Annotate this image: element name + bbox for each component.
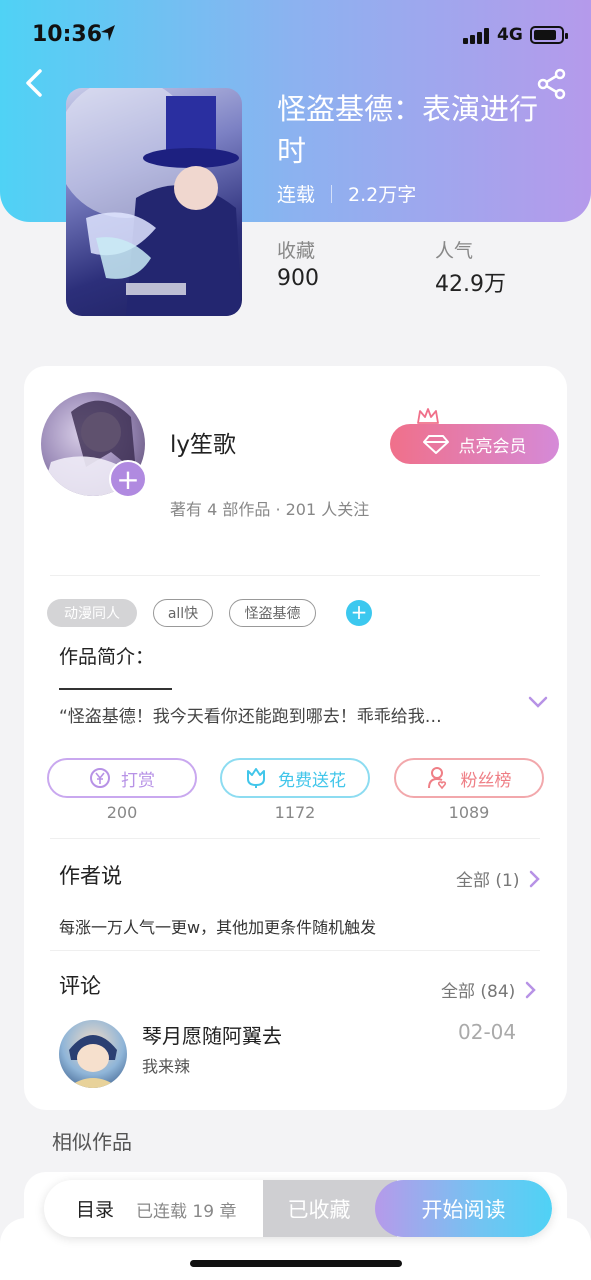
chapter-count: 已连载 19 章 <box>136 1202 237 1222</box>
tag-label: all快 <box>167 606 199 622</box>
favorites-label: 收藏 <box>277 240 316 262</box>
fan-ranking-button[interactable]: 粉丝榜 <box>394 758 544 798</box>
favorites-value: 900 <box>277 266 319 291</box>
flower-icon <box>247 768 265 788</box>
comments-more-label: 全部 (84) <box>441 982 516 1002</box>
commenter-avatar[interactable] <box>59 1020 127 1088</box>
divider <box>50 838 540 839</box>
intro-text[interactable]: “怪盗基德！我今天看你还能跑到哪去！乖乖给我… <box>59 702 499 727</box>
similar-works-title: 相似作品 <box>52 1130 132 1154</box>
author-say-more-link[interactable]: 全部 (1) <box>456 866 541 891</box>
status-bar: 10:36 4G <box>0 0 591 70</box>
add-tag-plus-icon[interactable]: + <box>346 600 372 626</box>
tag-kaito-kid[interactable]: 怪盗基德 <box>229 599 316 627</box>
author-stats: 著有 4 部作品 · 201 人关注 <box>170 500 370 519</box>
signal-icon <box>463 28 491 44</box>
author-say-title: 作者说 <box>59 864 122 888</box>
popularity-value: 42.9万 <box>435 272 506 297</box>
yen-coin-icon <box>90 768 110 788</box>
tag-anime-fanfic[interactable]: 动漫同人 <box>47 599 137 627</box>
tag-label: 怪盗基德 <box>244 606 301 622</box>
diamond-icon <box>422 435 449 454</box>
commenter-avatar-illustration <box>67 1035 119 1088</box>
toc-button[interactable]: 目录 <box>76 1195 114 1222</box>
battery-icon <box>530 26 568 44</box>
author-name[interactable]: ly笙歌 <box>170 425 236 459</box>
popularity-label: 人气 <box>435 240 474 262</box>
follow-plus-icon[interactable]: + <box>109 460 147 498</box>
commenter-name[interactable]: 琴月愿随阿翼去 <box>142 1020 282 1049</box>
comments-more-link[interactable]: 全部 (84) <box>441 977 537 1002</box>
tip-count: 200 <box>106 803 138 822</box>
intro-underline <box>59 688 172 690</box>
vip-button-label: 点亮会员 <box>458 436 527 457</box>
start-reading-label: 开始阅读 <box>421 1197 506 1222</box>
cover-illustration <box>66 88 242 316</box>
book-word-count: 2.2万字 <box>348 184 417 206</box>
divider <box>50 950 540 951</box>
collected-label: 已收藏 <box>287 1197 351 1222</box>
flower-count: 1172 <box>274 803 316 822</box>
status-time: 10:36 <box>32 22 103 47</box>
comment-text: 我来辣 <box>142 1057 191 1076</box>
book-title: 怪盗基德：表演进行时 <box>277 92 539 168</box>
comments-title: 评论 <box>59 974 101 998</box>
fan-count: 1089 <box>448 803 490 822</box>
book-status: 连载 <box>277 184 316 206</box>
intro-heading: 作品简介： <box>59 646 155 668</box>
tip-label: 打赏 <box>121 770 155 791</box>
author-say-more-label: 全部 (1) <box>456 871 520 891</box>
tip-button[interactable]: 打赏 <box>47 758 197 798</box>
chevron-right-icon <box>530 870 541 887</box>
meta-divider <box>331 184 333 203</box>
tag-label: 动漫同人 <box>64 606 120 622</box>
author-say-text: 每涨一万人气一更w，其他加更条件随机触发 <box>59 918 377 937</box>
fan-ranking-label: 粉丝榜 <box>460 770 512 791</box>
home-indicator[interactable] <box>190 1260 402 1267</box>
divider <box>50 575 540 576</box>
crown-icon <box>417 408 439 424</box>
send-flower-label: 免费送花 <box>278 770 346 791</box>
vip-button[interactable]: 点亮会员 <box>390 424 559 464</box>
start-reading-button[interactable]: 开始阅读 <box>375 1180 552 1237</box>
bottom-action-bar: 目录 已连载 19 章 已收藏 开始阅读 <box>44 1180 552 1237</box>
network-type: 4G <box>497 25 523 45</box>
send-flower-button[interactable]: 免费送花 <box>220 758 370 798</box>
book-cover-image[interactable] <box>66 88 242 316</box>
back-arrow-icon[interactable] <box>18 66 52 100</box>
tag-all-kuai[interactable]: all快 <box>153 599 213 627</box>
chevron-right-icon <box>526 981 537 998</box>
chevron-down-icon[interactable] <box>528 694 548 710</box>
book-meta: 连载 2.2万字 <box>277 180 416 207</box>
comment-date: 02-04 <box>458 1020 517 1044</box>
fan-user-icon <box>427 767 446 790</box>
location-arrow-icon <box>101 25 115 41</box>
